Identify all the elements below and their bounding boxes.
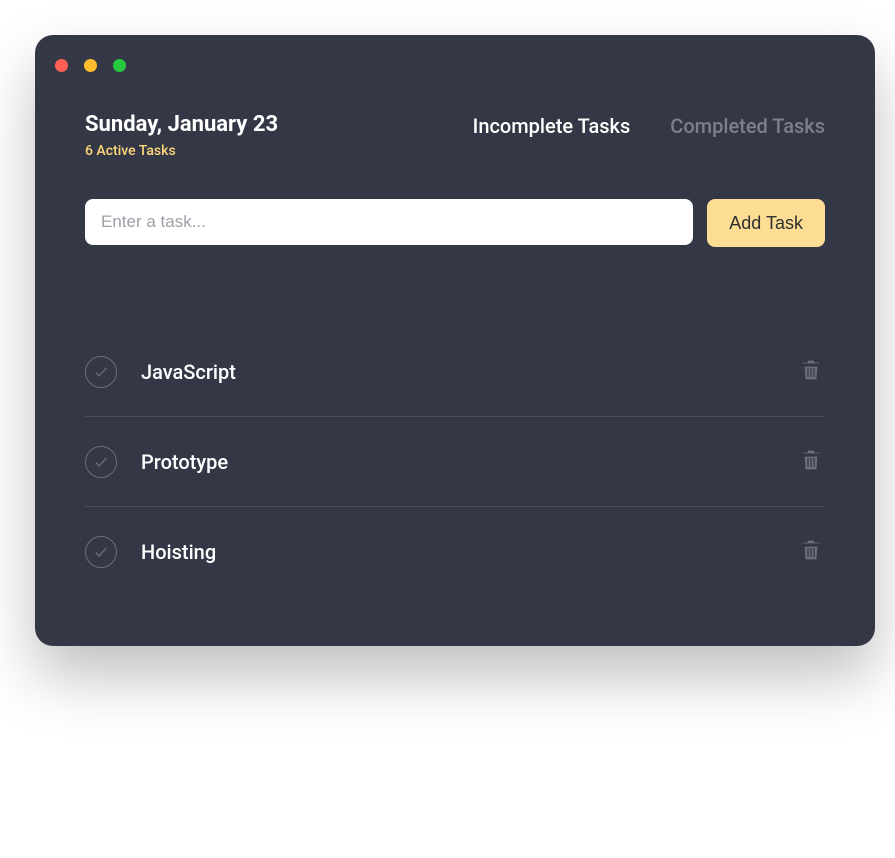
add-task-button[interactable]: Add Task xyxy=(707,199,825,247)
minimize-window-button[interactable] xyxy=(84,59,97,72)
header-left: Sunday, January 23 6 Active Tasks xyxy=(85,112,278,159)
check-icon xyxy=(94,455,108,469)
task-input-row: Add Task xyxy=(85,199,825,247)
task-label: JavaScript xyxy=(141,360,797,384)
delete-task-button[interactable] xyxy=(797,535,825,568)
check-icon xyxy=(94,545,108,559)
task-checkbox[interactable] xyxy=(85,446,117,478)
delete-task-button[interactable] xyxy=(797,445,825,478)
close-window-button[interactable] xyxy=(55,59,68,72)
maximize-window-button[interactable] xyxy=(113,59,126,72)
task-row: Prototype xyxy=(85,417,825,507)
task-row: Hoisting xyxy=(85,507,825,596)
task-label: Hoisting xyxy=(141,540,797,564)
active-tasks-count: 6 Active Tasks xyxy=(85,143,278,159)
task-input[interactable] xyxy=(85,199,693,245)
date-heading: Sunday, January 23 xyxy=(85,112,278,137)
task-label: Prototype xyxy=(141,450,797,474)
trash-icon xyxy=(801,449,821,471)
task-row: JavaScript xyxy=(85,327,825,417)
trash-icon xyxy=(801,359,821,381)
tab-incomplete[interactable]: Incomplete Tasks xyxy=(473,114,631,138)
app-window: Sunday, January 23 6 Active Tasks Incomp… xyxy=(35,35,875,646)
task-checkbox[interactable] xyxy=(85,356,117,388)
delete-task-button[interactable] xyxy=(797,355,825,388)
task-list: JavaScript Prototype Hoisting xyxy=(85,327,825,596)
header: Sunday, January 23 6 Active Tasks Incomp… xyxy=(85,112,825,159)
tab-completed[interactable]: Completed Tasks xyxy=(670,114,825,138)
tabs: Incomplete Tasks Completed Tasks xyxy=(473,112,825,138)
window-controls xyxy=(55,59,825,72)
task-checkbox[interactable] xyxy=(85,536,117,568)
trash-icon xyxy=(801,539,821,561)
check-icon xyxy=(94,365,108,379)
